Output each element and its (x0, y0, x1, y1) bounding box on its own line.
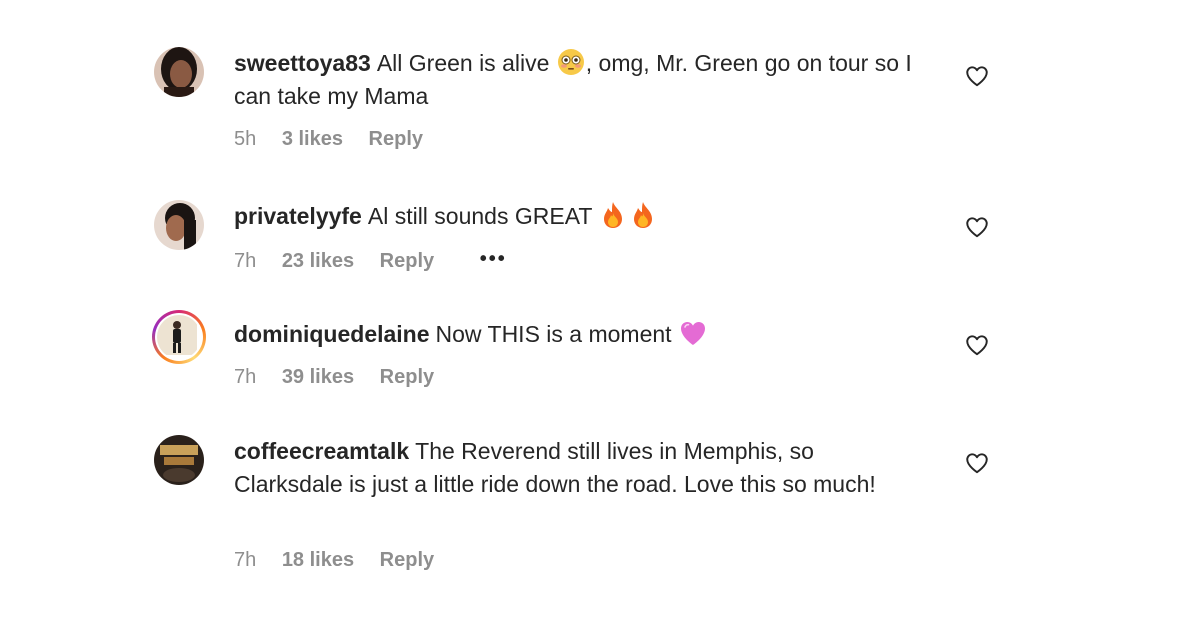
comment-meta: 7h 23 likes Reply ••• (234, 248, 527, 273)
fire-icon (634, 202, 653, 228)
comment-text: coffeecreamtalk The Reverend still lives … (234, 438, 876, 497)
likes-count[interactable]: 23 likes (282, 250, 354, 272)
avatar[interactable] (154, 47, 204, 97)
pink-heart-icon (680, 322, 705, 345)
flushed-face-icon (557, 49, 584, 75)
heart-icon[interactable] (964, 332, 990, 358)
heart-icon[interactable] (964, 63, 990, 89)
comment-meta: 5h 3 likes Reply (234, 128, 443, 151)
comment-username[interactable]: dominiquedelaine (234, 321, 430, 347)
likes-count[interactable]: 3 likes (282, 128, 343, 150)
comment-time: 7h (234, 250, 257, 272)
likes-count[interactable]: 18 likes (282, 549, 354, 571)
comment-time: 7h (234, 549, 257, 571)
heart-icon[interactable] (964, 450, 990, 476)
avatar[interactable] (154, 200, 204, 250)
likes-count[interactable]: 39 likes (282, 366, 354, 388)
comment-time: 7h (234, 366, 257, 388)
comment-text: sweettoya83 All Green is alive , omg, Mr.… (234, 47, 924, 113)
fire-icon (604, 202, 623, 228)
comment-meta: 7h 39 likes Reply (234, 366, 454, 389)
comment-username[interactable]: sweettoya83 (234, 50, 371, 76)
comment-meta: 7h 18 likes Reply (234, 549, 454, 572)
comment-text: dominiquedelaine Now THIS is a moment (234, 318, 924, 351)
comment-time: 5h (234, 128, 257, 150)
avatar[interactable] (154, 435, 204, 485)
heart-icon[interactable] (964, 214, 990, 240)
reply-button[interactable]: Reply (369, 128, 423, 150)
comment-username[interactable]: privatelyyfe (234, 203, 362, 229)
reply-button[interactable]: Reply (380, 250, 434, 272)
more-options-icon[interactable]: ••• (480, 248, 507, 271)
reply-button[interactable]: Reply (380, 549, 434, 571)
comment-text: privatelyyfe Al still sounds GREAT (234, 200, 924, 233)
reply-button[interactable]: Reply (380, 366, 434, 388)
avatar[interactable] (152, 310, 206, 364)
comment-username[interactable]: coffeecreamtalk (234, 438, 409, 464)
